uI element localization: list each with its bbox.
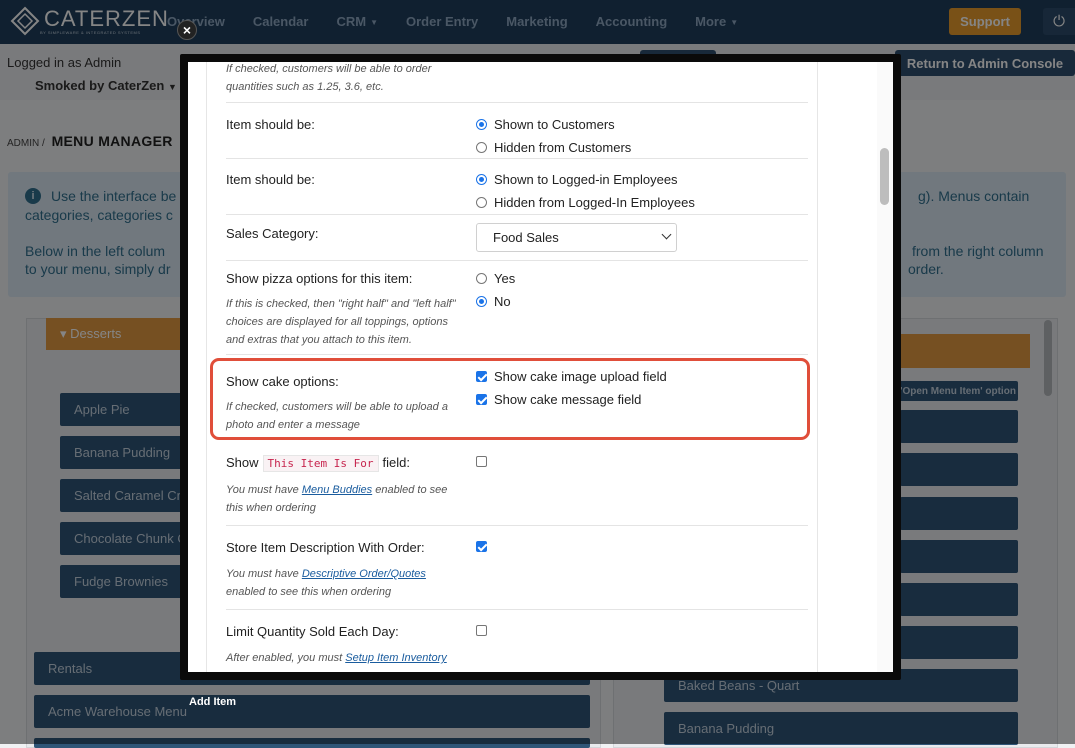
pizza-options-row: Show pizza options for this item: If thi… (226, 261, 808, 355)
field-code: This Item Is For (262, 455, 379, 472)
radio-pizza-no[interactable]: No (476, 294, 511, 309)
help-text: this when ordering (226, 502, 316, 514)
radio-hidden-from-employees[interactable]: Hidden from Logged-In Employees (476, 195, 695, 210)
help-text: After enabled, you must Setup Item Inven… (226, 649, 447, 667)
help-text: quantities such as 1.25, 3.6, etc. (226, 81, 384, 93)
help-text: choices are displayed for all toppings, … (226, 316, 448, 328)
help-prefix: After enabled, you must (226, 652, 346, 664)
help-text: and extras that you attach to this item. (226, 334, 412, 346)
limit-quantity-row: Limit Quantity Sold Each Day: After enab… (226, 610, 808, 672)
option-label: Hidden from Logged-In Employees (494, 195, 695, 210)
checkbox[interactable] (476, 456, 487, 467)
radio-button[interactable] (476, 142, 487, 153)
sales-category-row: Sales Category: Food Sales (226, 215, 808, 261)
modal-scrollbar-thumb[interactable] (880, 148, 889, 205)
radio-pizza-yes[interactable]: Yes (476, 271, 515, 286)
menu-buddies-link[interactable]: Menu Buddies (302, 484, 372, 496)
help-text: You must have Menu Buddies enabled to se… (226, 481, 447, 499)
modal-body: If checked, customers will be able to or… (188, 62, 893, 672)
this-item-is-for-row: Show This Item Is For field: You must have… (226, 440, 808, 526)
option-label: Yes (494, 271, 516, 286)
option-label: Shown to Logged-in Employees (494, 172, 678, 187)
modal-footer-title: Add Item (189, 696, 237, 708)
checkbox[interactable] (476, 625, 487, 636)
radio-button[interactable] (476, 273, 487, 284)
highlight-annotation (210, 358, 810, 440)
radio-shown-to-customers[interactable]: Shown to Customers (476, 117, 615, 132)
checkbox-store-description[interactable] (476, 541, 494, 552)
chevron-down-icon (661, 229, 672, 240)
field-label: Sales Category: (226, 226, 319, 241)
option-label: Shown to Customers (494, 117, 615, 132)
sales-category-select[interactable]: Food Sales (476, 223, 677, 252)
setup-item-inventory-link[interactable]: Setup Item Inventory (345, 652, 447, 664)
help-prefix: You must have (226, 568, 302, 580)
help-prefix: You must have (226, 484, 302, 496)
customer-visibility-row: Item should be: Shown to Customers Hidde… (226, 103, 808, 159)
field-label: Show This Item Is For field: (226, 455, 410, 472)
field-label: Show pizza options for this item: (226, 271, 413, 286)
help-text: If this is checked, then "right half" an… (226, 298, 456, 310)
field-label: Item should be: (226, 172, 315, 187)
radio-button[interactable] (476, 296, 487, 307)
option-label: No (494, 294, 511, 309)
employee-visibility-row: Item should be: Shown to Logged-in Emplo… (226, 159, 808, 215)
close-icon[interactable]: × (177, 20, 197, 40)
field-label: Limit Quantity Sold Each Day: (226, 624, 399, 639)
select-value: Food Sales (493, 230, 559, 245)
fractional-quantity-row: If checked, customers will be able to or… (226, 62, 808, 103)
add-item-modal: If checked, customers will be able to or… (180, 54, 901, 680)
radio-button[interactable] (476, 197, 487, 208)
label-prefix: Show (226, 455, 259, 470)
checkbox-this-item-is-for[interactable] (476, 456, 494, 467)
descriptive-order-quotes-link[interactable]: Descriptive Order/Quotes (302, 568, 426, 580)
radio-shown-to-employees[interactable]: Shown to Logged-in Employees (476, 172, 678, 187)
help-suffix: enabled to see (372, 484, 448, 496)
label-suffix: field: (382, 455, 410, 470)
store-description-row: Store Item Description With Order: You m… (226, 526, 808, 610)
field-label: Store Item Description With Order: (226, 540, 425, 555)
help-text: enabled to see this when ordering (226, 586, 392, 598)
radio-button[interactable] (476, 174, 487, 185)
radio-button[interactable] (476, 119, 487, 130)
help-text: If checked, customers will be able to or… (226, 63, 432, 75)
radio-hidden-from-customers[interactable]: Hidden from Customers (476, 140, 631, 155)
help-text: You must have Descriptive Order/Quotes (226, 565, 426, 583)
option-label: Hidden from Customers (494, 140, 632, 155)
field-label: Item should be: (226, 117, 315, 132)
checkbox-limit-quantity[interactable] (476, 625, 494, 636)
checkbox[interactable] (476, 541, 487, 552)
